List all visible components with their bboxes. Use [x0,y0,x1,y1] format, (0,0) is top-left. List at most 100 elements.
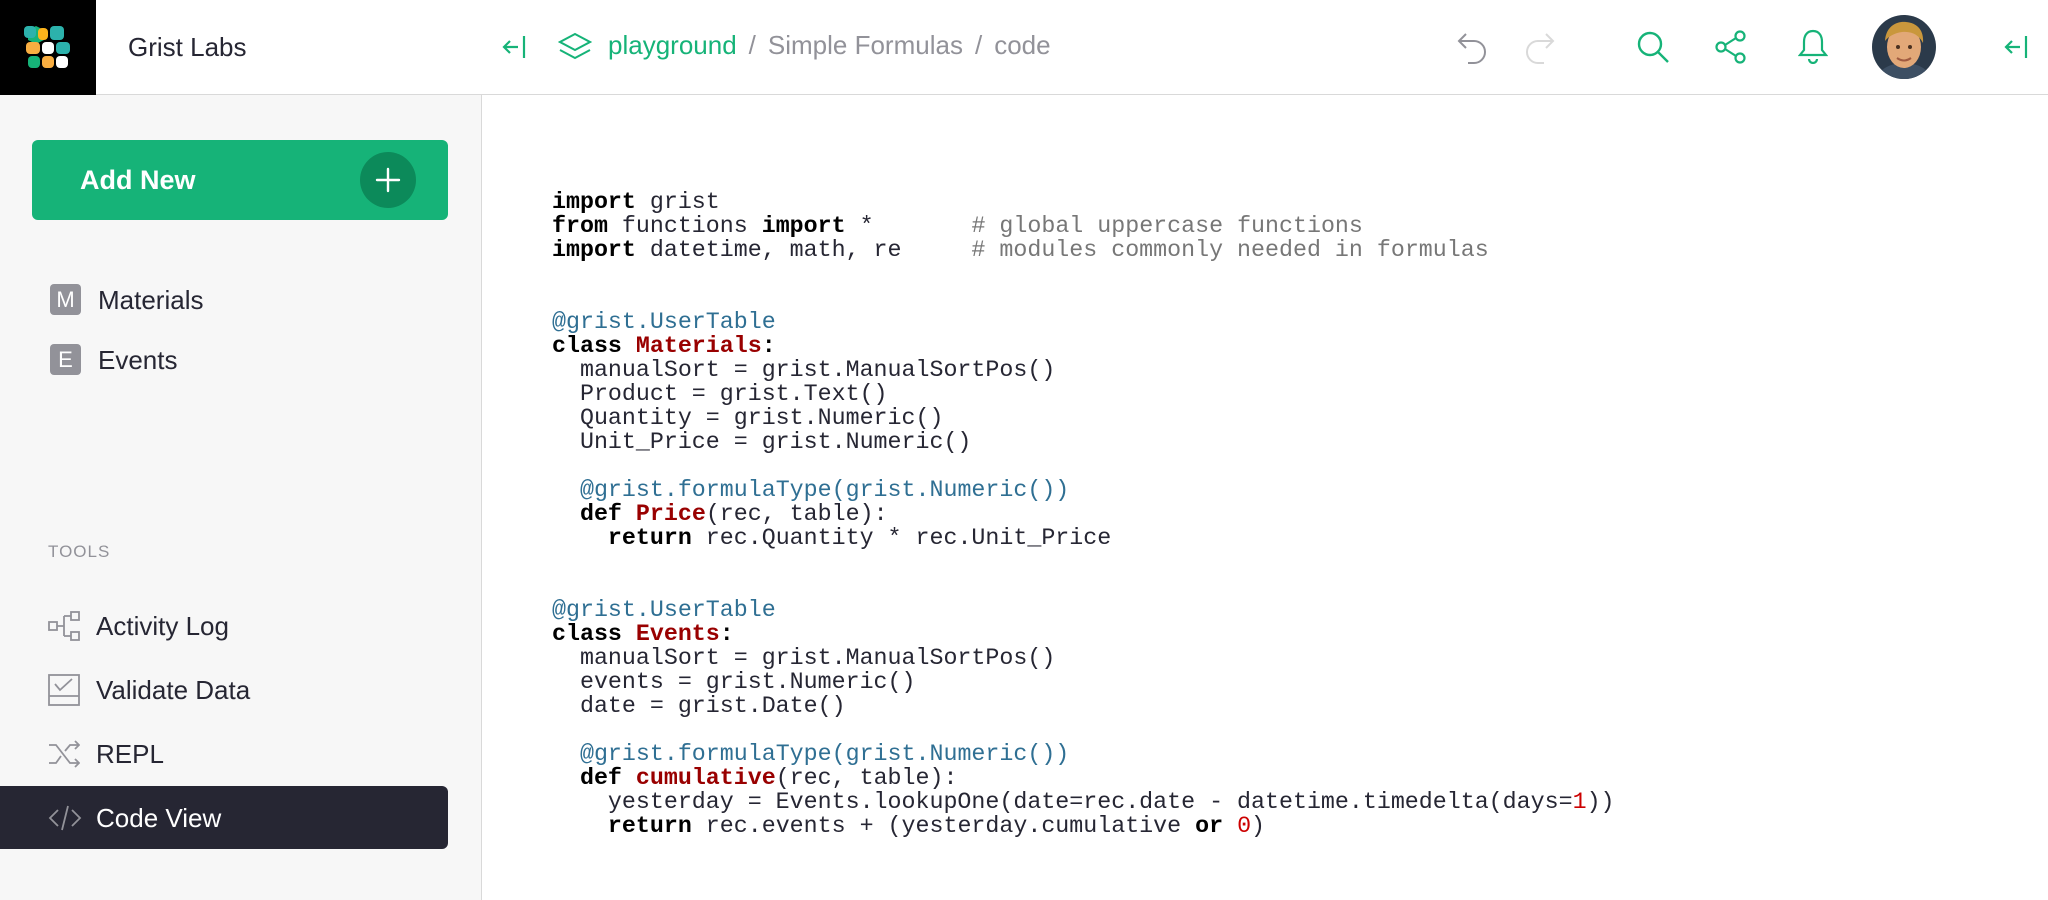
top-bar: playground / Simple Formulas / code [482,0,2048,95]
breadcrumb-workspace[interactable]: playground [608,30,737,60]
page-initial-badge: E [50,344,81,375]
share-icon[interactable] [1714,30,1748,69]
code-token: 1 [1572,789,1587,815]
code-line: @grist.formulaType(grist.Numeric()) [552,478,1615,502]
tool-validate-data[interactable]: Validate Data [0,658,448,721]
code-line: @grist.formulaType(grist.Numeric()) [552,742,1615,766]
code-line: import grist [552,190,1615,214]
code-token: events = grist.Numeric() [552,669,916,695]
tool-label: REPL [96,739,164,769]
code-line: yesterday = Events.lookupOne(date=rec.da… [552,790,1615,814]
code-line: Product = grist.Text() [552,382,1615,406]
code-line: manualSort = grist.ManualSortPos() [552,358,1615,382]
code-token: manualSort = grist.ManualSortPos() [552,645,1056,671]
code-token: date = grist.Date() [552,693,846,719]
code-token: 0 [1237,813,1252,839]
code-token: or [1195,813,1224,839]
collapse-panel-icon[interactable] [502,34,528,65]
code-token: * [845,213,972,239]
code-line: Quantity = grist.Numeric() [552,406,1615,430]
code-token: def [579,501,622,527]
code-view-panel: import grist from functions import * # gl… [482,96,2048,900]
code-token: class [552,621,622,647]
notifications-icon[interactable] [1797,28,1829,69]
page-label: Events [98,345,178,375]
breadcrumb-separator: / [748,30,756,60]
add-new-label: Add New [80,165,196,195]
breadcrumb-separator: / [974,30,983,60]
code-line: date = grist.Date() [552,694,1615,718]
code-token: import [761,213,846,239]
code-token: rec.events + (yesterday.cumulative [691,813,1196,839]
add-new-button[interactable]: Add New [32,140,448,220]
activity-log-icon [48,610,80,647]
code-line: return rec.Quantity * rec.Unit_Price [552,526,1615,550]
tool-repl[interactable]: REPL [0,722,448,785]
org-switcher[interactable]: Grist Labs [96,0,482,95]
code-line: manualSort = grist.ManualSortPos() [552,646,1615,670]
repl-icon [48,738,81,775]
tool-label: Validate Data [96,675,251,705]
code-line: def cumulative(rec, table): [552,766,1615,790]
code-line: class Events: [552,622,1615,646]
code-token: # global uppercase functions [971,213,1363,239]
code-token: : [719,621,734,647]
code-token: return [607,813,692,839]
code-line: def Price(rec, table): [552,502,1615,526]
code-token: import [552,189,636,215]
code-line: @grist.UserTable [552,598,1615,622]
code-token: Events [635,621,720,647]
code-token: grist [635,189,720,215]
code-token: (rec, table): [705,501,888,527]
code-token: @grist.UserTable [552,597,776,623]
tool-code-view[interactable]: Code View [0,786,448,849]
grist-logo[interactable] [0,0,96,95]
code-token: ) [1251,813,1266,839]
page-label: Materials [98,285,204,315]
code-token: return [607,525,692,551]
tool-activity-log[interactable]: Activity Log [0,594,448,657]
code-token: Quantity = grist.Numeric() [552,405,944,431]
code-token: functions [607,213,762,239]
redo-icon[interactable] [1522,30,1556,69]
code-token: import [552,237,636,263]
tools-header: TOOLS [48,542,111,561]
collapse-right-panel-icon[interactable] [2004,34,2030,65]
code-token: : [761,333,776,359]
search-icon[interactable] [1636,30,1670,69]
page-item-events[interactable]: E Events [48,335,448,383]
code-view-icon [48,802,82,839]
page-item-materials[interactable]: M Materials [48,275,448,323]
code-block: import grist from functions import * # gl… [552,190,1615,838]
breadcrumb: playground / Simple Formulas / code [608,30,1051,61]
code-line: from functions import * # global upperca… [552,214,1615,238]
grist-logo-icon [24,26,70,68]
tool-label: Activity Log [96,611,229,641]
validate-data-icon [48,674,80,711]
breadcrumb-page[interactable]: code [994,30,1050,60]
code-token: from [552,213,608,239]
code-token: @grist.UserTable [552,309,776,335]
code-line: import datetime, math, re # modules comm… [552,238,1615,262]
code-token: @grist.formulaType(grist.Numeric()) [579,741,1070,767]
breadcrumb-document[interactable]: Simple Formulas [768,30,963,60]
workspace-icon [557,31,593,68]
code-token: @grist.formulaType(grist.Numeric()) [579,477,1070,503]
code-token: class [552,333,622,359]
page-initial-badge: M [50,284,81,315]
undo-icon[interactable] [1456,30,1490,69]
avatar[interactable] [1872,15,1936,79]
code-token: Product = grist.Text() [552,381,888,407]
